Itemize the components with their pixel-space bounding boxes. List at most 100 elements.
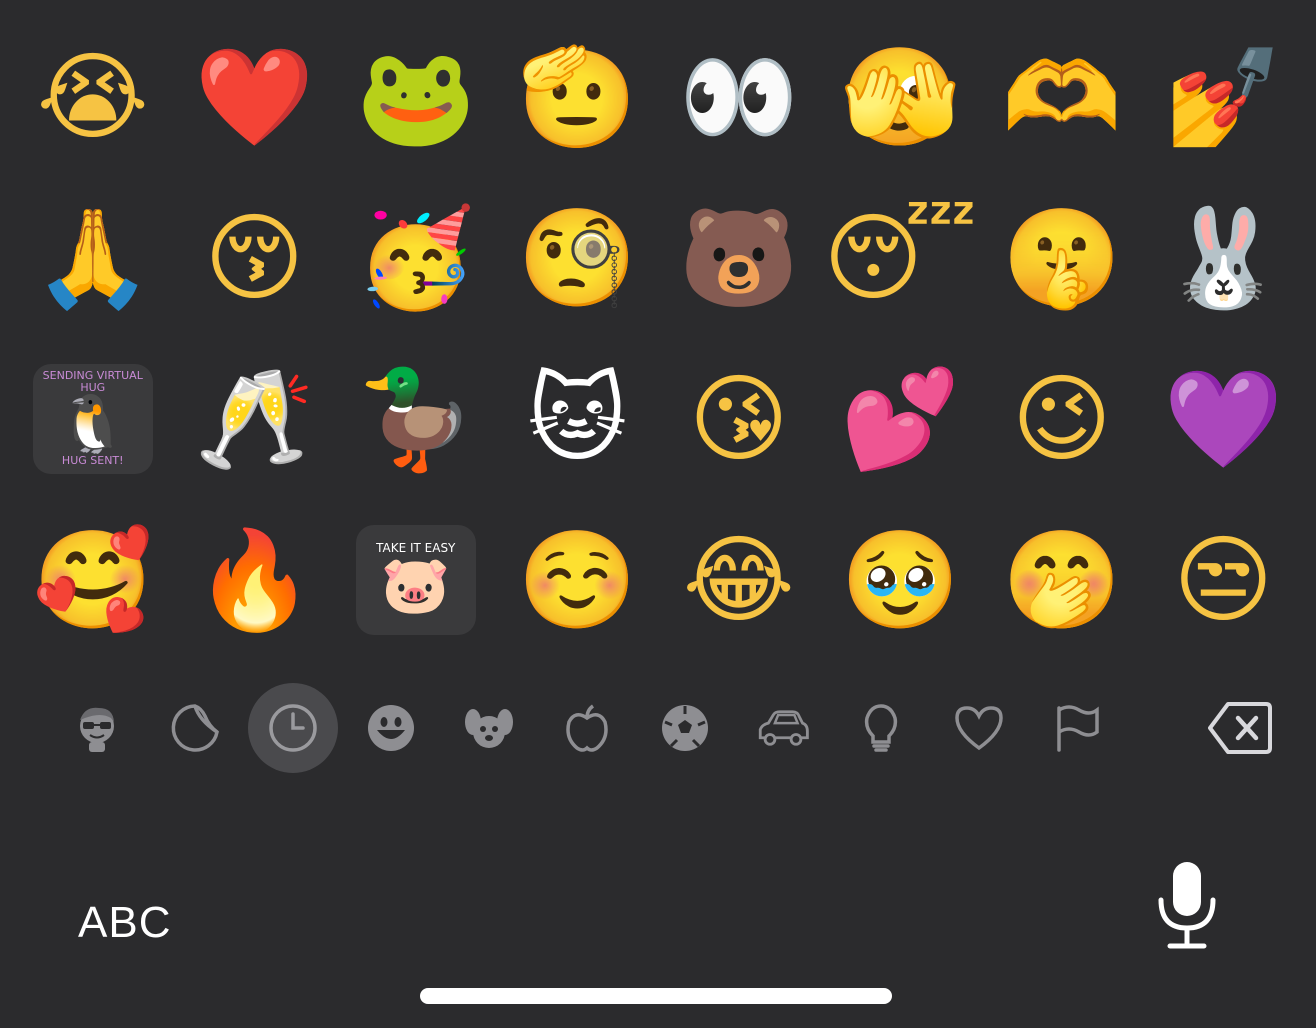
- emoji-key[interactable]: 💜: [1143, 340, 1305, 501]
- emoji-key[interactable]: 🧐: [497, 179, 659, 340]
- green-frog-sticker: 🐸: [355, 40, 476, 153]
- sticker-icon: [171, 704, 219, 752]
- emoji-key[interactable]: 🥹: [820, 501, 982, 662]
- nail-polish-emoji: 💅: [1163, 40, 1284, 153]
- category-frequently-used[interactable]: [244, 683, 342, 773]
- category-activity[interactable]: [636, 683, 734, 773]
- emoji-key[interactable]: 😘: [658, 340, 820, 501]
- emoji-key[interactable]: 🙏: [12, 179, 174, 340]
- emoji-key[interactable]: 🔥: [174, 501, 336, 662]
- microphone-icon: [1158, 862, 1216, 949]
- duck-emoji: 🦆: [355, 362, 476, 475]
- selected-indicator: [248, 683, 338, 773]
- emoji-key[interactable]: 🐻: [658, 179, 820, 340]
- clock-icon: [269, 704, 317, 752]
- emoji-key[interactable]: 🤫: [981, 179, 1143, 340]
- emoji-key[interactable]: 😚: [174, 179, 336, 340]
- emoji-keyboard: 😭 ❤️ 🐸 🫡 👀 🫣 🫶 💅 🙏 😚 🥳 🧐 🐻 😴 🤫 🐰 SENDING…: [0, 0, 1316, 1028]
- emoji-key[interactable]: 🥳: [335, 179, 497, 340]
- monocle-face-emoji: 🧐: [517, 201, 638, 314]
- emoji-key[interactable]: 😴: [820, 179, 982, 340]
- holding-back-tears-emoji: 🥹: [840, 523, 961, 636]
- sticker-text-bottom: HUG SENT!: [61, 454, 124, 468]
- heart-icon: [955, 706, 1003, 751]
- category-objects[interactable]: [832, 683, 930, 773]
- dictation-button[interactable]: [1156, 860, 1218, 950]
- take-it-easy-sticker: TAKE IT EASY 🐷: [355, 524, 476, 635]
- emoji-key[interactable]: 🦆: [335, 340, 497, 501]
- winking-bow-sticker: 😉: [1011, 362, 1112, 475]
- emoji-key[interactable]: 😒: [1143, 501, 1305, 662]
- emoji-key[interactable]: ❤️: [174, 18, 336, 179]
- white-cat-sticker: 🐱: [527, 362, 628, 475]
- hand-over-mouth-emoji: 🤭: [1001, 523, 1122, 636]
- abc-keyboard-switch[interactable]: ABC: [78, 898, 171, 948]
- category-flags[interactable]: [1028, 683, 1126, 773]
- soccer-ball-icon: [662, 705, 708, 751]
- delete-key[interactable]: [1202, 698, 1278, 758]
- flag-icon: [1057, 705, 1099, 752]
- smiley-icon: [368, 705, 414, 751]
- heart-hands-emoji: 🫶: [1001, 40, 1122, 153]
- clinking-glasses-emoji: 🥂: [194, 362, 315, 475]
- lightbulb-icon: [864, 704, 898, 752]
- unamused-face-emoji: 😒: [1173, 523, 1274, 636]
- red-heart-emoji: ❤️: [194, 40, 315, 153]
- category-smileys[interactable]: [342, 683, 440, 773]
- category-symbols[interactable]: [930, 683, 1028, 773]
- shushing-face-emoji: 🤫: [1001, 201, 1122, 314]
- emoji-key[interactable]: SENDING VIRTUAL HUG 🐧 HUG SENT!: [12, 340, 174, 501]
- folded-hands-emoji: 🙏: [32, 201, 153, 314]
- car-icon: [758, 710, 809, 746]
- apple-icon: [566, 704, 608, 752]
- emoji-key[interactable]: 🐸: [335, 18, 497, 179]
- loudly-crying-face-emoji: 😭: [36, 40, 149, 153]
- sticker-text-top: SENDING VIRTUAL HUG: [42, 368, 143, 394]
- emoji-key[interactable]: 🥂: [174, 340, 336, 501]
- category-travel[interactable]: [734, 683, 832, 773]
- kissing-face-emoji: 😚: [204, 201, 305, 314]
- emoji-key[interactable]: 😭: [12, 18, 174, 179]
- fire-emoji: 🔥: [194, 523, 315, 636]
- category-memoji[interactable]: [48, 683, 146, 773]
- emoji-key[interactable]: 🫶: [981, 18, 1143, 179]
- peeking-face-emoji: 🫣: [840, 40, 961, 153]
- emoji-key[interactable]: 🤭: [981, 501, 1143, 662]
- category-stickers[interactable]: [146, 683, 244, 773]
- sleeping-face-emoji: 😴: [823, 201, 978, 314]
- emoji-key[interactable]: 🫡: [497, 18, 659, 179]
- emoji-category-bar: [48, 683, 1278, 773]
- emoji-key[interactable]: 💕: [820, 340, 982, 501]
- bear-sticker: 🐻: [678, 201, 799, 314]
- memoji-icon: [80, 707, 114, 752]
- face-blowing-kiss-emoji: 😘: [688, 362, 789, 475]
- dog-icon: [465, 709, 513, 748]
- emoji-key[interactable]: ☺️: [497, 501, 659, 662]
- penguin-icon: 🐧: [57, 391, 128, 457]
- emoji-key[interactable]: 😂: [658, 501, 820, 662]
- emoji-key[interactable]: 👀: [658, 18, 820, 179]
- emoji-key[interactable]: 🐱: [497, 340, 659, 501]
- saluting-face-emoji: 🫡: [517, 40, 638, 153]
- bunny-sticker: 🐰: [1163, 201, 1284, 314]
- emoji-key[interactable]: 🐰: [1143, 179, 1305, 340]
- home-indicator[interactable]: [420, 988, 892, 1004]
- emoji-key[interactable]: 🥰: [12, 501, 174, 662]
- emoji-key[interactable]: 🫣: [820, 18, 982, 179]
- emoji-key[interactable]: 😉: [981, 340, 1143, 501]
- emoji-key[interactable]: 💅: [1143, 18, 1305, 179]
- eyes-emoji: 👀: [678, 40, 799, 153]
- penguin-hug-sticker: SENDING VIRTUAL HUG 🐧 HUG SENT!: [32, 363, 153, 474]
- emoji-key[interactable]: TAKE IT EASY 🐷: [335, 501, 497, 662]
- partying-face-emoji: 🥳: [355, 201, 476, 314]
- tears-of-joy-emoji: 😂: [682, 523, 795, 636]
- category-food[interactable]: [538, 683, 636, 773]
- smiling-face-emoji: ☺️: [517, 523, 638, 636]
- emoji-grid: 😭 ❤️ 🐸 🫡 👀 🫣 🫶 💅 🙏 😚 🥳 🧐 🐻 😴 🤫 🐰 SENDING…: [12, 18, 1304, 662]
- smiling-face-with-hearts-emoji: 🥰: [32, 523, 153, 636]
- purple-heart-emoji: 💜: [1163, 362, 1284, 475]
- delete-backspace-icon: [1208, 702, 1272, 754]
- pig-icon: 🐷: [380, 553, 451, 619]
- two-hearts-emoji: 💕: [840, 362, 961, 475]
- category-animals[interactable]: [440, 683, 538, 773]
